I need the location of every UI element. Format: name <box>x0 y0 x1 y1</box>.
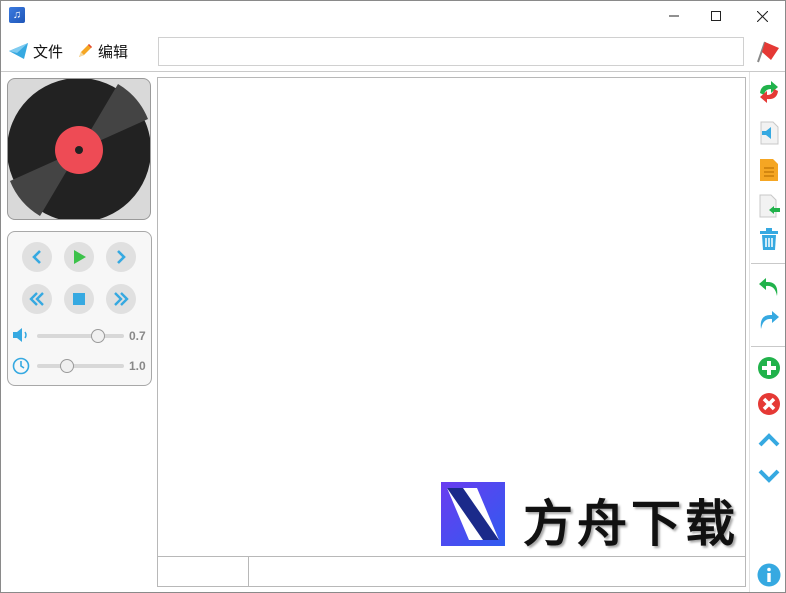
maximize-icon <box>711 11 721 21</box>
import-button[interactable] <box>757 194 781 218</box>
info-icon <box>757 563 781 587</box>
redo-icon <box>760 311 779 329</box>
clock-icon <box>12 357 30 375</box>
chevron-left-icon <box>32 250 41 264</box>
right-toolbar-divider <box>749 72 750 592</box>
status-right <box>250 557 745 586</box>
album-art <box>7 78 151 220</box>
add-icon <box>758 357 780 379</box>
search-input[interactable] <box>158 37 744 66</box>
undo-icon <box>759 278 778 296</box>
audio-file-icon <box>760 121 779 145</box>
add-button[interactable] <box>757 356 781 380</box>
redo-button[interactable] <box>757 308 781 332</box>
close-button[interactable] <box>739 1 785 31</box>
play-icon <box>74 250 86 264</box>
watermark: 方舟下载 <box>441 482 746 553</box>
menu-file[interactable]: 文件 <box>9 39 63 63</box>
menu-bar: 文件 编辑 <box>1 35 151 67</box>
toolbar-separator <box>751 263 785 264</box>
play-button[interactable] <box>64 242 94 272</box>
remove-icon <box>758 393 780 415</box>
flag-button[interactable] <box>755 38 781 64</box>
app-window: ♫ 文件 编辑 0.7 1.0 方舟下载 <box>0 0 786 593</box>
menu-edit-label: 编辑 <box>98 43 129 61</box>
chevron-right-icon <box>117 250 126 264</box>
trash-icon <box>760 228 778 250</box>
minimize-button[interactable] <box>651 1 697 31</box>
toolbar-separator <box>751 346 785 347</box>
title-bar: ♫ <box>1 1 785 31</box>
move-down-button[interactable] <box>757 464 781 488</box>
player-panel: 0.7 1.0 <box>1 72 153 592</box>
move-down-icon <box>758 469 780 483</box>
app-music-icon: ♫ <box>9 7 25 23</box>
volume-value: 0.7 <box>129 329 146 343</box>
flag-icon <box>757 41 779 63</box>
refresh-icon <box>760 81 778 103</box>
move-up-icon <box>758 433 780 447</box>
double-chevron-left-icon <box>29 292 44 306</box>
speed-value: 1.0 <box>129 359 146 373</box>
speed-slider-thumb[interactable] <box>60 359 75 373</box>
maximize-button[interactable] <box>693 1 739 31</box>
watermark-logo <box>441 482 505 546</box>
fast-forward-button[interactable] <box>106 284 136 314</box>
vinyl-record-icon <box>8 79 150 219</box>
volume-icon <box>13 328 27 342</box>
refresh-button[interactable] <box>757 80 781 104</box>
stop-icon <box>73 293 85 305</box>
playback-controls: 0.7 1.0 <box>7 231 152 386</box>
next-button[interactable] <box>106 242 136 272</box>
delete-button[interactable] <box>757 227 781 251</box>
close-icon <box>756 10 768 22</box>
volume-slider-thumb[interactable] <box>90 329 105 343</box>
volume-slider[interactable] <box>37 329 124 343</box>
stop-button[interactable] <box>64 284 94 314</box>
minimize-icon <box>669 15 679 17</box>
rewind-button[interactable] <box>22 284 52 314</box>
document-button[interactable] <box>757 158 781 182</box>
info-button[interactable] <box>757 563 781 587</box>
double-chevron-right-icon <box>114 292 129 306</box>
menu-edit[interactable]: 编辑 <box>76 39 128 63</box>
remove-button[interactable] <box>757 392 781 416</box>
menu-file-label: 文件 <box>33 43 64 61</box>
speed-slider[interactable] <box>37 359 124 373</box>
undo-button[interactable] <box>757 275 781 299</box>
previous-button[interactable] <box>22 242 52 272</box>
status-left <box>158 557 249 586</box>
document-icon <box>760 159 778 181</box>
import-icon <box>759 194 780 218</box>
pencil-icon <box>79 44 92 57</box>
watermark-text: 方舟下载 <box>523 495 739 553</box>
move-up-button[interactable] <box>757 428 781 452</box>
paper-plane-icon <box>9 43 28 59</box>
audio-file-button[interactable] <box>757 121 781 145</box>
status-bar <box>158 556 745 586</box>
